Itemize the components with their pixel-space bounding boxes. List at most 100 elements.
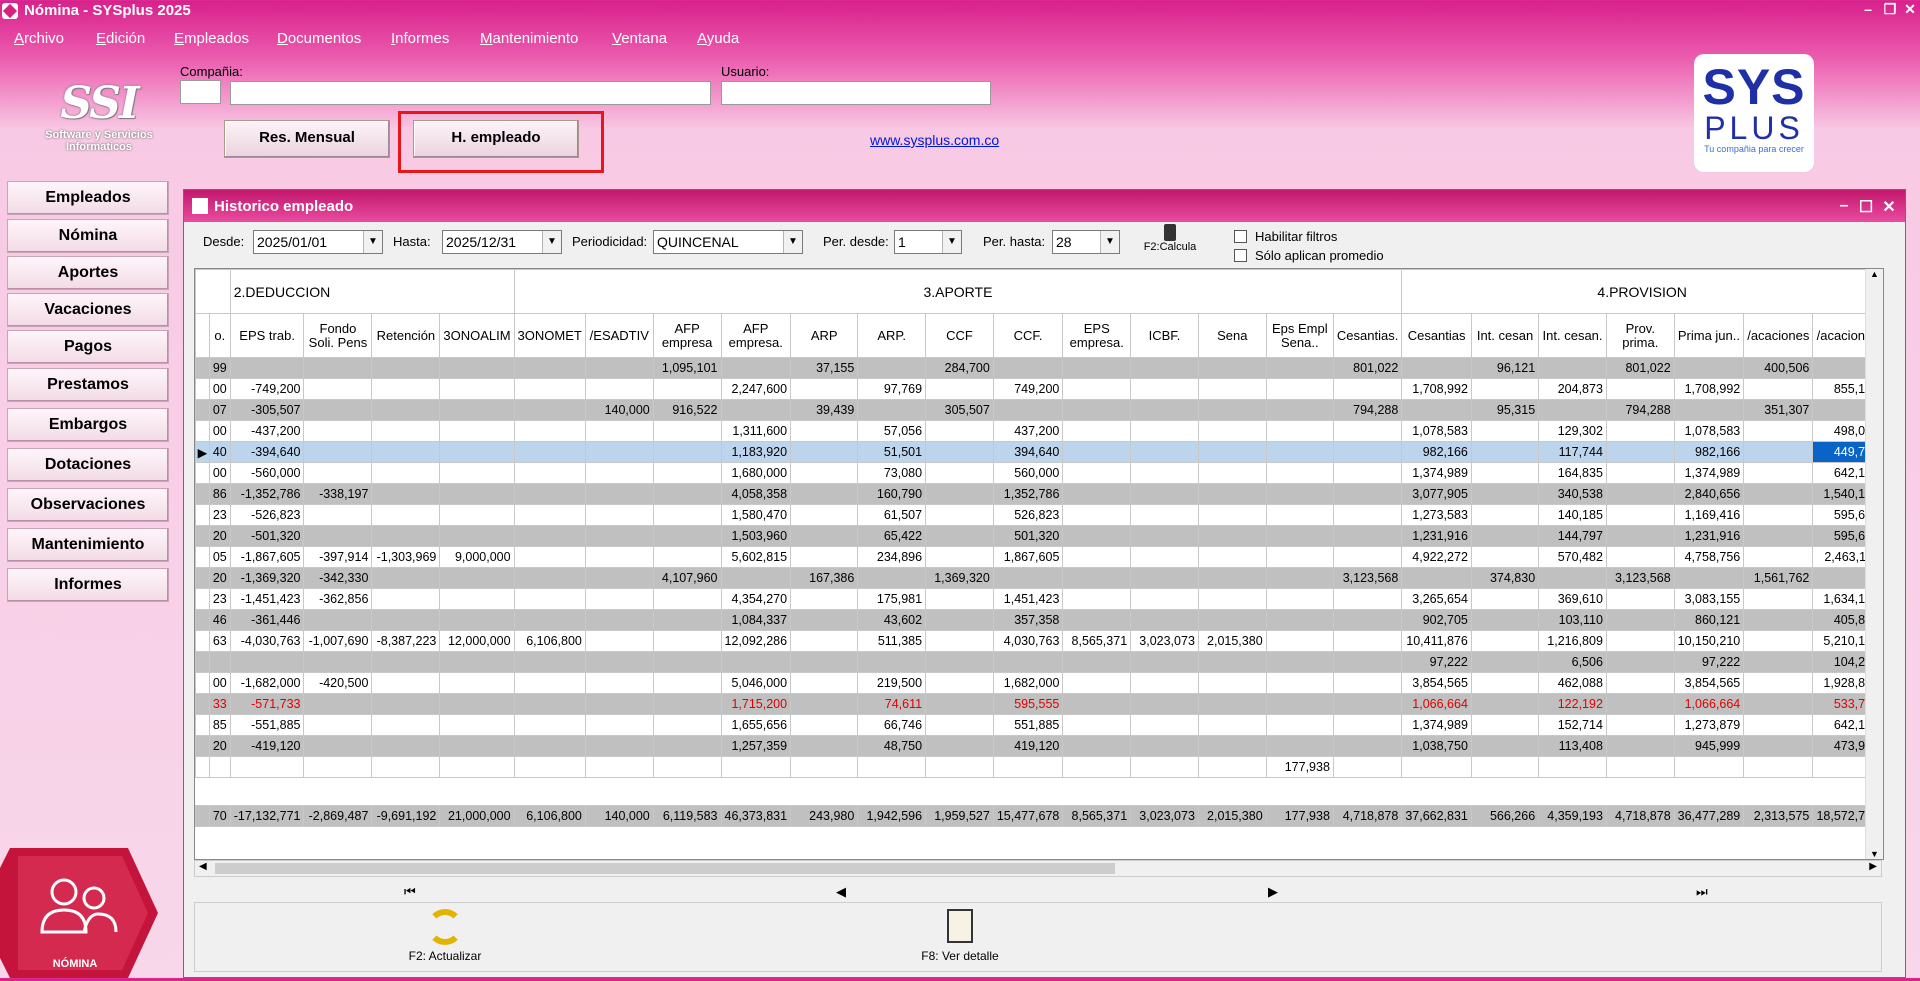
table-cell[interactable] xyxy=(790,630,859,652)
table-cell[interactable] xyxy=(1743,378,1814,400)
table-cell[interactable] xyxy=(1265,420,1334,442)
table-cell[interactable] xyxy=(1605,504,1675,526)
table-cell[interactable] xyxy=(652,462,722,484)
table-cell[interactable]: 129,302 xyxy=(1538,420,1607,442)
row-header[interactable] xyxy=(195,609,210,631)
table-cell[interactable]: 113,408 xyxy=(1538,735,1607,757)
table-cell[interactable] xyxy=(1130,714,1199,736)
table-cell[interactable] xyxy=(1605,483,1675,505)
table-cell[interactable] xyxy=(584,357,654,379)
table-cell[interactable]: 39,439 xyxy=(790,399,859,421)
table-cell[interactable] xyxy=(439,420,515,442)
table-cell[interactable] xyxy=(790,672,859,694)
column-header[interactable]: ARP xyxy=(790,313,859,358)
sidebar-item-aportes[interactable]: Aportes xyxy=(7,256,169,290)
table-cell[interactable]: 12,092,286 xyxy=(720,630,792,652)
table-cell[interactable] xyxy=(439,588,515,610)
table-cell[interactable]: 1,231,916 xyxy=(1401,525,1472,547)
table-cell[interactable] xyxy=(857,399,927,421)
table-cell[interactable]: 794,288 xyxy=(1605,399,1675,421)
table-cell[interactable]: 9,000,000 xyxy=(439,546,515,568)
column-header[interactable]: ARP. xyxy=(857,313,927,358)
table-cell[interactable]: 560,000 xyxy=(992,462,1064,484)
table-cell[interactable]: 369,610 xyxy=(1538,588,1607,610)
table-cell[interactable] xyxy=(1743,504,1814,526)
table-cell[interactable]: 10,411,876 xyxy=(1401,630,1472,652)
table-cell[interactable] xyxy=(790,693,859,715)
table-row[interactable]: 86 -1,352,786 -338,197 4,058,358 160,790 1,35… xyxy=(195,483,1883,505)
table-cell[interactable] xyxy=(790,735,859,757)
table-cell[interactable]: 357,358 xyxy=(992,609,1064,631)
table-cell[interactable] xyxy=(1130,567,1199,589)
table-cell[interactable] xyxy=(1197,756,1267,778)
table-cell[interactable]: 1,503,960 xyxy=(720,525,792,547)
table-cell[interactable] xyxy=(1538,567,1607,589)
table-cell[interactable] xyxy=(1062,525,1132,547)
table-cell[interactable] xyxy=(1265,357,1334,379)
table-cell[interactable] xyxy=(1401,357,1472,379)
table-cell[interactable] xyxy=(1470,546,1540,568)
table-cell[interactable] xyxy=(439,483,515,505)
table-cell[interactable] xyxy=(1197,609,1267,631)
table-cell[interactable] xyxy=(1197,462,1267,484)
table-cell[interactable] xyxy=(1265,609,1334,631)
table-cell[interactable]: 1,078,583 xyxy=(1673,420,1745,442)
table-cell[interactable] xyxy=(584,441,654,463)
table-cell[interactable] xyxy=(1332,483,1403,505)
table-cell[interactable] xyxy=(1197,651,1267,673)
table-cell[interactable]: 3,123,568 xyxy=(1605,567,1675,589)
table-row[interactable]: ▶ 40 -394,640 1,183,920 51,501 394,640 982,166… xyxy=(195,441,1883,463)
historico-grid[interactable]: 2.DEDUCCION 3.APORTE 4.PROVISION o. EPS trab… xyxy=(194,268,1884,860)
table-cell[interactable] xyxy=(303,357,373,379)
table-cell[interactable] xyxy=(1265,546,1334,568)
table-cell[interactable] xyxy=(1332,546,1403,568)
table-cell[interactable] xyxy=(1332,672,1403,694)
table-cell[interactable] xyxy=(1197,483,1267,505)
table-row[interactable]: 00 -560,000 1,680,000 73,080 560,000 1,374,98… xyxy=(195,462,1883,484)
table-cell[interactable] xyxy=(1605,588,1675,610)
table-cell[interactable] xyxy=(1062,483,1132,505)
table-cell[interactable]: -571,733 xyxy=(229,693,305,715)
table-row[interactable]: 20 -501,320 1,503,960 65,422 501,320 1,231,91… xyxy=(195,525,1883,547)
table-cell[interactable]: -749,200 xyxy=(229,378,305,400)
table-row[interactable]: 46 -361,446 1,084,337 43,602 357,358 902,705 1… xyxy=(195,609,1883,631)
table-cell[interactable] xyxy=(1130,378,1199,400)
menu-documentos[interactable]: Documentos xyxy=(277,30,361,47)
sidebar-item-dotaciones[interactable]: Dotaciones xyxy=(7,448,169,482)
column-header[interactable]: AFP empresa. xyxy=(720,313,792,358)
table-cell[interactable] xyxy=(1332,630,1403,652)
table-cell[interactable] xyxy=(439,462,515,484)
table-cell[interactable] xyxy=(1130,357,1199,379)
table-cell[interactable]: 1,066,664 xyxy=(1673,693,1745,715)
sidebar-item-prestamos[interactable]: Prestamos xyxy=(7,368,169,402)
table-cell[interactable] xyxy=(1538,357,1607,379)
table-cell[interactable] xyxy=(1743,609,1814,631)
table-cell[interactable] xyxy=(303,399,373,421)
table-cell[interactable] xyxy=(1470,630,1540,652)
table-cell[interactable] xyxy=(925,462,994,484)
table-cell[interactable] xyxy=(925,630,994,652)
table-cell[interactable] xyxy=(439,567,515,589)
table-cell[interactable] xyxy=(720,567,792,589)
table-cell[interactable] xyxy=(925,714,994,736)
sidebar-item-mantenimiento[interactable]: Mantenimiento xyxy=(7,528,169,562)
prev-record-icon[interactable]: ◀ xyxy=(836,884,846,900)
table-cell[interactable] xyxy=(1130,399,1199,421)
table-cell[interactable]: 175,981 xyxy=(857,588,927,610)
table-cell[interactable] xyxy=(1062,735,1132,757)
table-cell[interactable] xyxy=(513,672,586,694)
table-cell[interactable]: 340,538 xyxy=(1538,483,1607,505)
sidebar-item-nmina[interactable]: Nómina xyxy=(7,219,169,253)
row-header[interactable] xyxy=(195,462,210,484)
table-cell[interactable]: 96,121 xyxy=(1470,357,1540,379)
table-row[interactable]: 33 -571,733 1,715,200 74,611 595,555 1,066,66… xyxy=(195,693,1883,715)
table-cell[interactable] xyxy=(1062,588,1132,610)
table-cell[interactable]: 2,247,600 xyxy=(720,378,792,400)
scroll-down-icon[interactable]: ▼ xyxy=(1866,849,1883,859)
table-cell[interactable]: 982,166 xyxy=(1673,441,1745,463)
table-cell[interactable] xyxy=(1470,714,1540,736)
table-cell[interactable] xyxy=(1470,525,1540,547)
table-cell[interactable] xyxy=(584,525,654,547)
table-cell[interactable]: 1,708,992 xyxy=(1673,378,1745,400)
table-cell[interactable] xyxy=(371,567,441,589)
